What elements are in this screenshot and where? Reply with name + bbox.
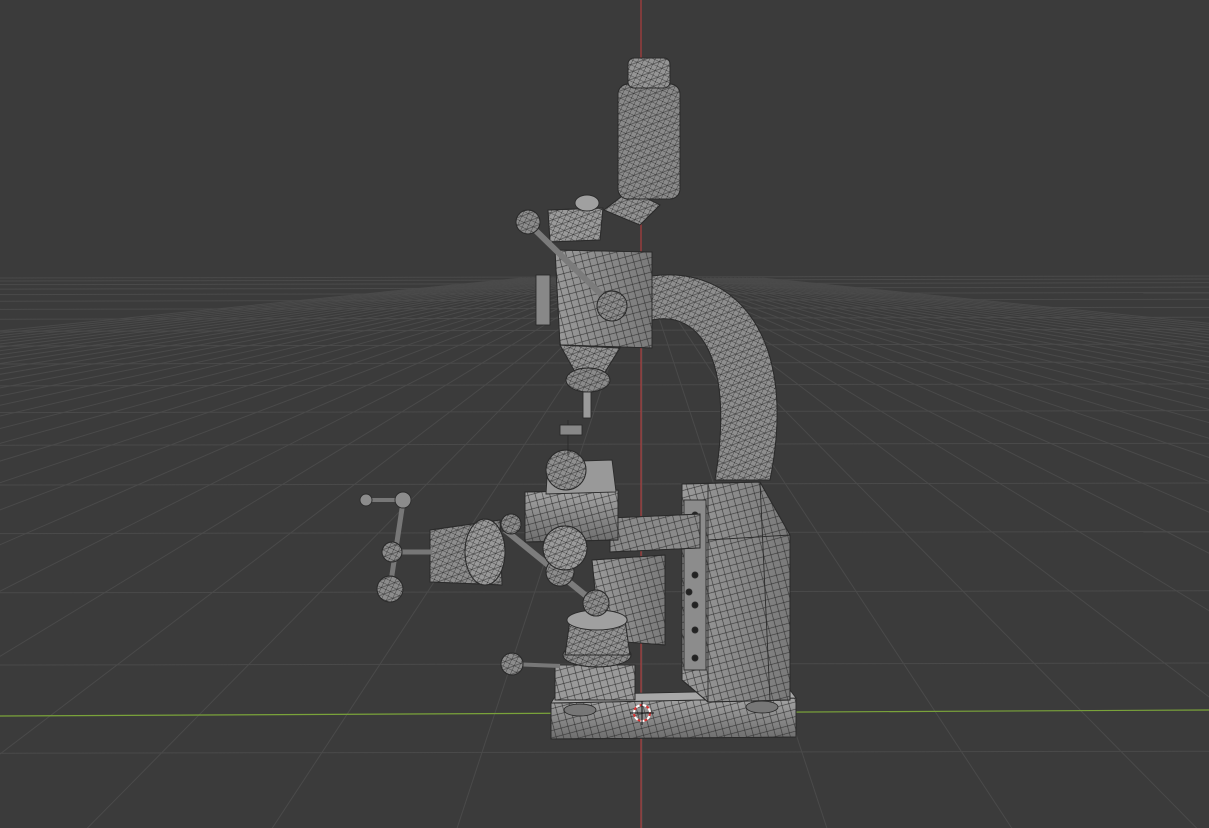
grid-row-line: [0, 750, 1209, 754]
grid-depth-line: [0, 277, 619, 592]
grid-depth-line: [0, 277, 615, 546]
milling-machine-mesh[interactable]: [359, 57, 797, 740]
grid-depth-line: [0, 277, 607, 484]
grid-depth-line: [86, 277, 631, 828]
3d-viewport[interactable]: [0, 0, 1209, 828]
grid-row-line: [0, 442, 1209, 446]
grid-depth-line: [721, 277, 1209, 353]
grid-depth-line: [0, 277, 611, 511]
grid-depth-line: [729, 277, 1209, 345]
grid-depth-line: [717, 277, 1209, 358]
spindle-motor: [603, 57, 681, 226]
grid-depth-line: [0, 277, 599, 444]
viewport-scene[interactable]: [0, 0, 1209, 828]
